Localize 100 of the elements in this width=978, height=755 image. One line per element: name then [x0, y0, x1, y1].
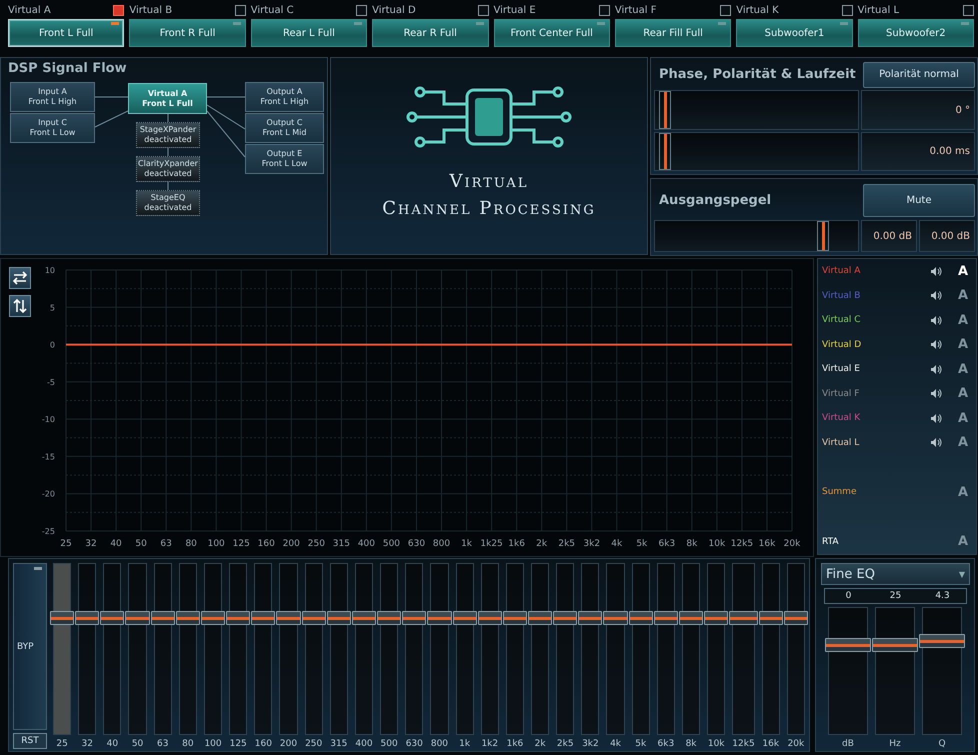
speaker-icon[interactable]: [930, 364, 942, 374]
channel-tab[interactable]: Front R Full: [129, 19, 246, 47]
slider-thumb[interactable]: [784, 610, 808, 625]
slider-thumb[interactable]: [528, 610, 552, 625]
channel-tab[interactable]: Front L Full: [8, 19, 124, 47]
speaker-icon[interactable]: [930, 438, 942, 448]
channel-checkbox[interactable]: [478, 5, 488, 16]
channel-checkbox[interactable]: [720, 5, 732, 16]
eq-band-slider[interactable]: [531, 563, 550, 735]
curve-toggle[interactable]: A: [956, 410, 970, 426]
input-node[interactable]: Input C Front L Low: [10, 113, 95, 143]
slider-thumb[interactable]: [125, 610, 150, 625]
output-node[interactable]: Output E Front L Low: [245, 144, 324, 174]
swap-horizontal-icon[interactable]: [9, 267, 31, 289]
eq-band-slider[interactable]: [154, 563, 172, 735]
eq-band-slider[interactable]: [656, 563, 675, 735]
curve-toggle[interactable]: A: [956, 312, 970, 328]
slider-thumb[interactable]: [427, 610, 452, 625]
output-node[interactable]: Output A Front L High: [245, 82, 324, 112]
eq-band-slider[interactable]: [632, 563, 650, 735]
eq-band-slider[interactable]: [53, 563, 72, 735]
eq-band-slider[interactable]: [480, 563, 499, 735]
curve-toggle[interactable]: A: [956, 337, 970, 352]
eq-band-slider[interactable]: [380, 563, 398, 735]
slider-track[interactable]: [828, 607, 868, 735]
speaker-icon[interactable]: [930, 291, 942, 300]
channel-checkbox[interactable]: [113, 5, 124, 16]
slider-thumb[interactable]: [872, 638, 918, 652]
eq-band-slider[interactable]: [581, 563, 600, 735]
speaker-icon[interactable]: [930, 266, 942, 276]
slider-thumb[interactable]: [658, 91, 671, 129]
slider-thumb[interactable]: [478, 610, 502, 625]
speaker-icon[interactable]: [930, 340, 942, 350]
slider-thumb[interactable]: [628, 610, 653, 625]
curve-toggle[interactable]: A: [956, 288, 970, 304]
channel-tab[interactable]: Rear Fill Full: [614, 19, 732, 47]
swap-vertical-icon[interactable]: [9, 295, 31, 317]
slider-thumb[interactable]: [553, 610, 578, 625]
slider-thumb[interactable]: [326, 610, 351, 625]
slider-track[interactable]: [922, 607, 962, 735]
channel-tab[interactable]: Rear R Full: [372, 19, 488, 47]
slider-thumb[interactable]: [502, 610, 528, 625]
eq-band-slider[interactable]: [506, 563, 524, 735]
eq-band-slider[interactable]: [456, 563, 474, 735]
mute-button[interactable]: Mute: [863, 184, 975, 216]
curve-toggle[interactable]: A: [956, 386, 970, 402]
eq-band-slider[interactable]: [204, 563, 222, 735]
slider-thumb[interactable]: [377, 610, 402, 625]
channel-tab[interactable]: Subwoofer1: [736, 19, 853, 47]
speaker-icon[interactable]: [930, 316, 942, 325]
eq-band-slider[interactable]: [354, 563, 374, 735]
slider-thumb[interactable]: [200, 610, 226, 625]
slider-thumb[interactable]: [302, 610, 326, 625]
slider-thumb[interactable]: [758, 610, 783, 625]
slider-thumb[interactable]: [817, 221, 830, 251]
slider-thumb[interactable]: [729, 610, 758, 625]
module-node[interactable]: StageEQ deactivated: [136, 190, 200, 216]
slider-track[interactable]: [875, 607, 915, 735]
channel-checkbox[interactable]: [842, 5, 853, 16]
eq-band-slider[interactable]: [178, 563, 197, 735]
bypass-button[interactable]: BYP: [13, 563, 47, 730]
slider-track[interactable]: [654, 220, 859, 252]
eq-band-slider[interactable]: [229, 563, 248, 735]
module-node[interactable]: StageXPander deactivated: [136, 122, 200, 148]
slider-track[interactable]: [654, 132, 859, 172]
slider-thumb[interactable]: [50, 610, 74, 625]
module-node[interactable]: ClarityXpander deactivated: [136, 156, 200, 182]
eq-band-slider[interactable]: [279, 563, 298, 735]
eq-band-slider[interactable]: [556, 563, 574, 735]
speaker-icon[interactable]: [930, 414, 942, 423]
slider-thumb[interactable]: [603, 610, 628, 625]
slider-thumb[interactable]: [100, 610, 124, 625]
channel-tab[interactable]: Rear L Full: [250, 19, 368, 47]
eq-band-slider[interactable]: [762, 563, 780, 735]
slider-thumb[interactable]: [678, 610, 704, 625]
slider-thumb[interactable]: [352, 610, 376, 625]
channel-checkbox[interactable]: [234, 5, 246, 16]
eq-band-slider[interactable]: [128, 563, 147, 735]
slider-thumb[interactable]: [176, 610, 200, 625]
slider-thumb[interactable]: [578, 610, 602, 625]
channel-tab[interactable]: Subwoofer2: [858, 19, 974, 47]
channel-checkbox[interactable]: [598, 5, 610, 16]
eq-band-slider[interactable]: [707, 563, 726, 735]
speaker-icon[interactable]: [930, 389, 942, 398]
eq-band-slider[interactable]: [254, 563, 272, 735]
slider-thumb[interactable]: [658, 132, 671, 170]
virtual-channel-node[interactable]: Virtual A Front L Full: [128, 83, 207, 114]
eq-band-slider[interactable]: [405, 563, 424, 735]
eq-band-slider[interactable]: [430, 563, 449, 735]
eq-band-slider[interactable]: [732, 563, 755, 735]
input-node[interactable]: Input A Front L High: [10, 82, 95, 112]
slider-track[interactable]: [654, 90, 859, 130]
reset-button[interactable]: RST: [13, 733, 47, 749]
curve-toggle[interactable]: A: [956, 264, 970, 279]
eq-band-slider[interactable]: [682, 563, 700, 735]
slider-thumb[interactable]: [402, 610, 426, 625]
curve-toggle[interactable]: A: [956, 534, 970, 550]
eq-band-slider[interactable]: [304, 563, 323, 735]
slider-thumb[interactable]: [75, 610, 100, 625]
eq-band-slider[interactable]: [78, 563, 96, 735]
